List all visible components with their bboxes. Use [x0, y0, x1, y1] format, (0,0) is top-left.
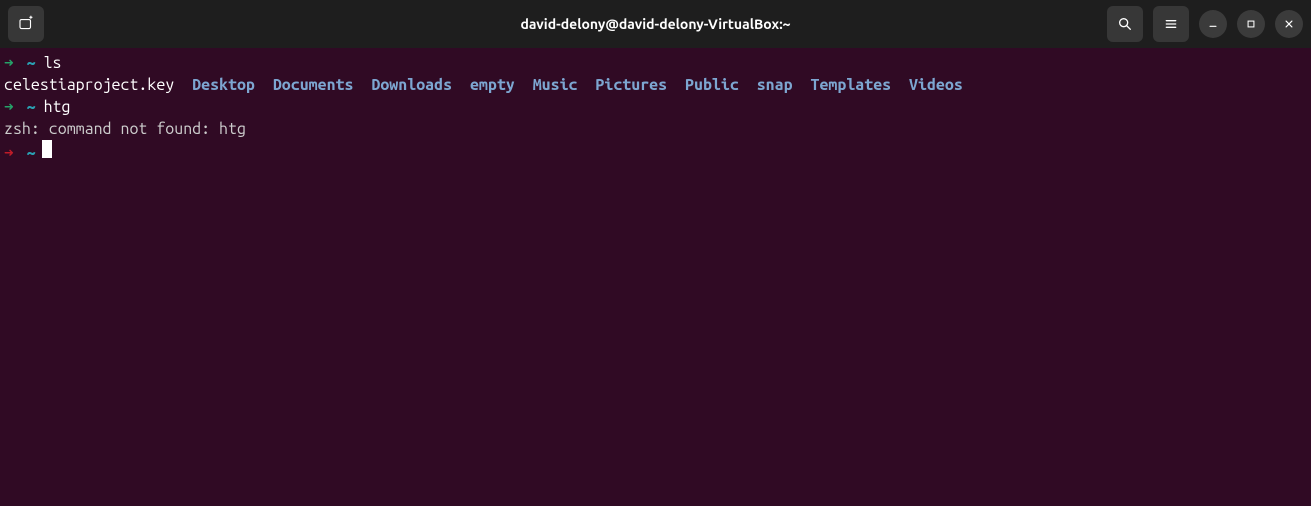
ls-dir: Public — [685, 74, 739, 96]
ls-file: celestiaproject.key — [4, 74, 174, 96]
maximize-icon — [1244, 17, 1258, 31]
prompt-tilde: ~ — [27, 52, 36, 74]
terminal-body[interactable]: ➜ ~ ls celestiaproject.key Desktop Docum… — [0, 48, 1311, 168]
prompt-arrow: ➜ — [4, 52, 14, 74]
close-button[interactable] — [1275, 10, 1303, 38]
command-text: htg — [44, 96, 71, 118]
ls-dir: snap — [757, 74, 793, 96]
menu-button[interactable] — [1153, 6, 1189, 42]
window-title: david-delony@david-delony-VirtualBox:~ — [520, 16, 790, 32]
error-line: zsh: command not found: htg — [4, 118, 1307, 140]
prompt-line-2: ➜ ~ htg — [4, 96, 1307, 118]
ls-dir: Pictures — [595, 74, 667, 96]
search-icon — [1117, 16, 1133, 32]
maximize-button[interactable] — [1237, 10, 1265, 38]
new-tab-button[interactable] — [8, 6, 44, 42]
cursor — [42, 140, 52, 158]
ls-dir: Desktop — [192, 74, 255, 96]
prompt-line-3: ➜ ~ — [4, 140, 1307, 164]
ls-dir: Music — [533, 74, 578, 96]
ls-dir: Documents — [273, 74, 354, 96]
prompt-line-1: ➜ ~ ls — [4, 52, 1307, 74]
prompt-tilde: ~ — [27, 96, 36, 118]
ls-output-line: celestiaproject.key Desktop Documents Do… — [4, 74, 1307, 96]
prompt-tilde: ~ — [27, 142, 36, 164]
minimize-button[interactable] — [1199, 10, 1227, 38]
ls-dir: empty — [470, 74, 515, 96]
titlebar: david-delony@david-delony-VirtualBox:~ — [0, 0, 1311, 48]
ls-dir: Templates — [810, 74, 891, 96]
close-icon — [1282, 17, 1296, 31]
prompt-arrow: ➜ — [4, 96, 14, 118]
prompt-arrow-error: ➜ — [4, 142, 14, 164]
ls-dir: Videos — [909, 74, 963, 96]
search-button[interactable] — [1107, 6, 1143, 42]
command-text: ls — [44, 52, 62, 74]
minimize-icon — [1206, 17, 1220, 31]
ls-dir: Downloads — [371, 74, 452, 96]
hamburger-icon — [1163, 16, 1179, 32]
new-tab-icon — [17, 15, 35, 33]
